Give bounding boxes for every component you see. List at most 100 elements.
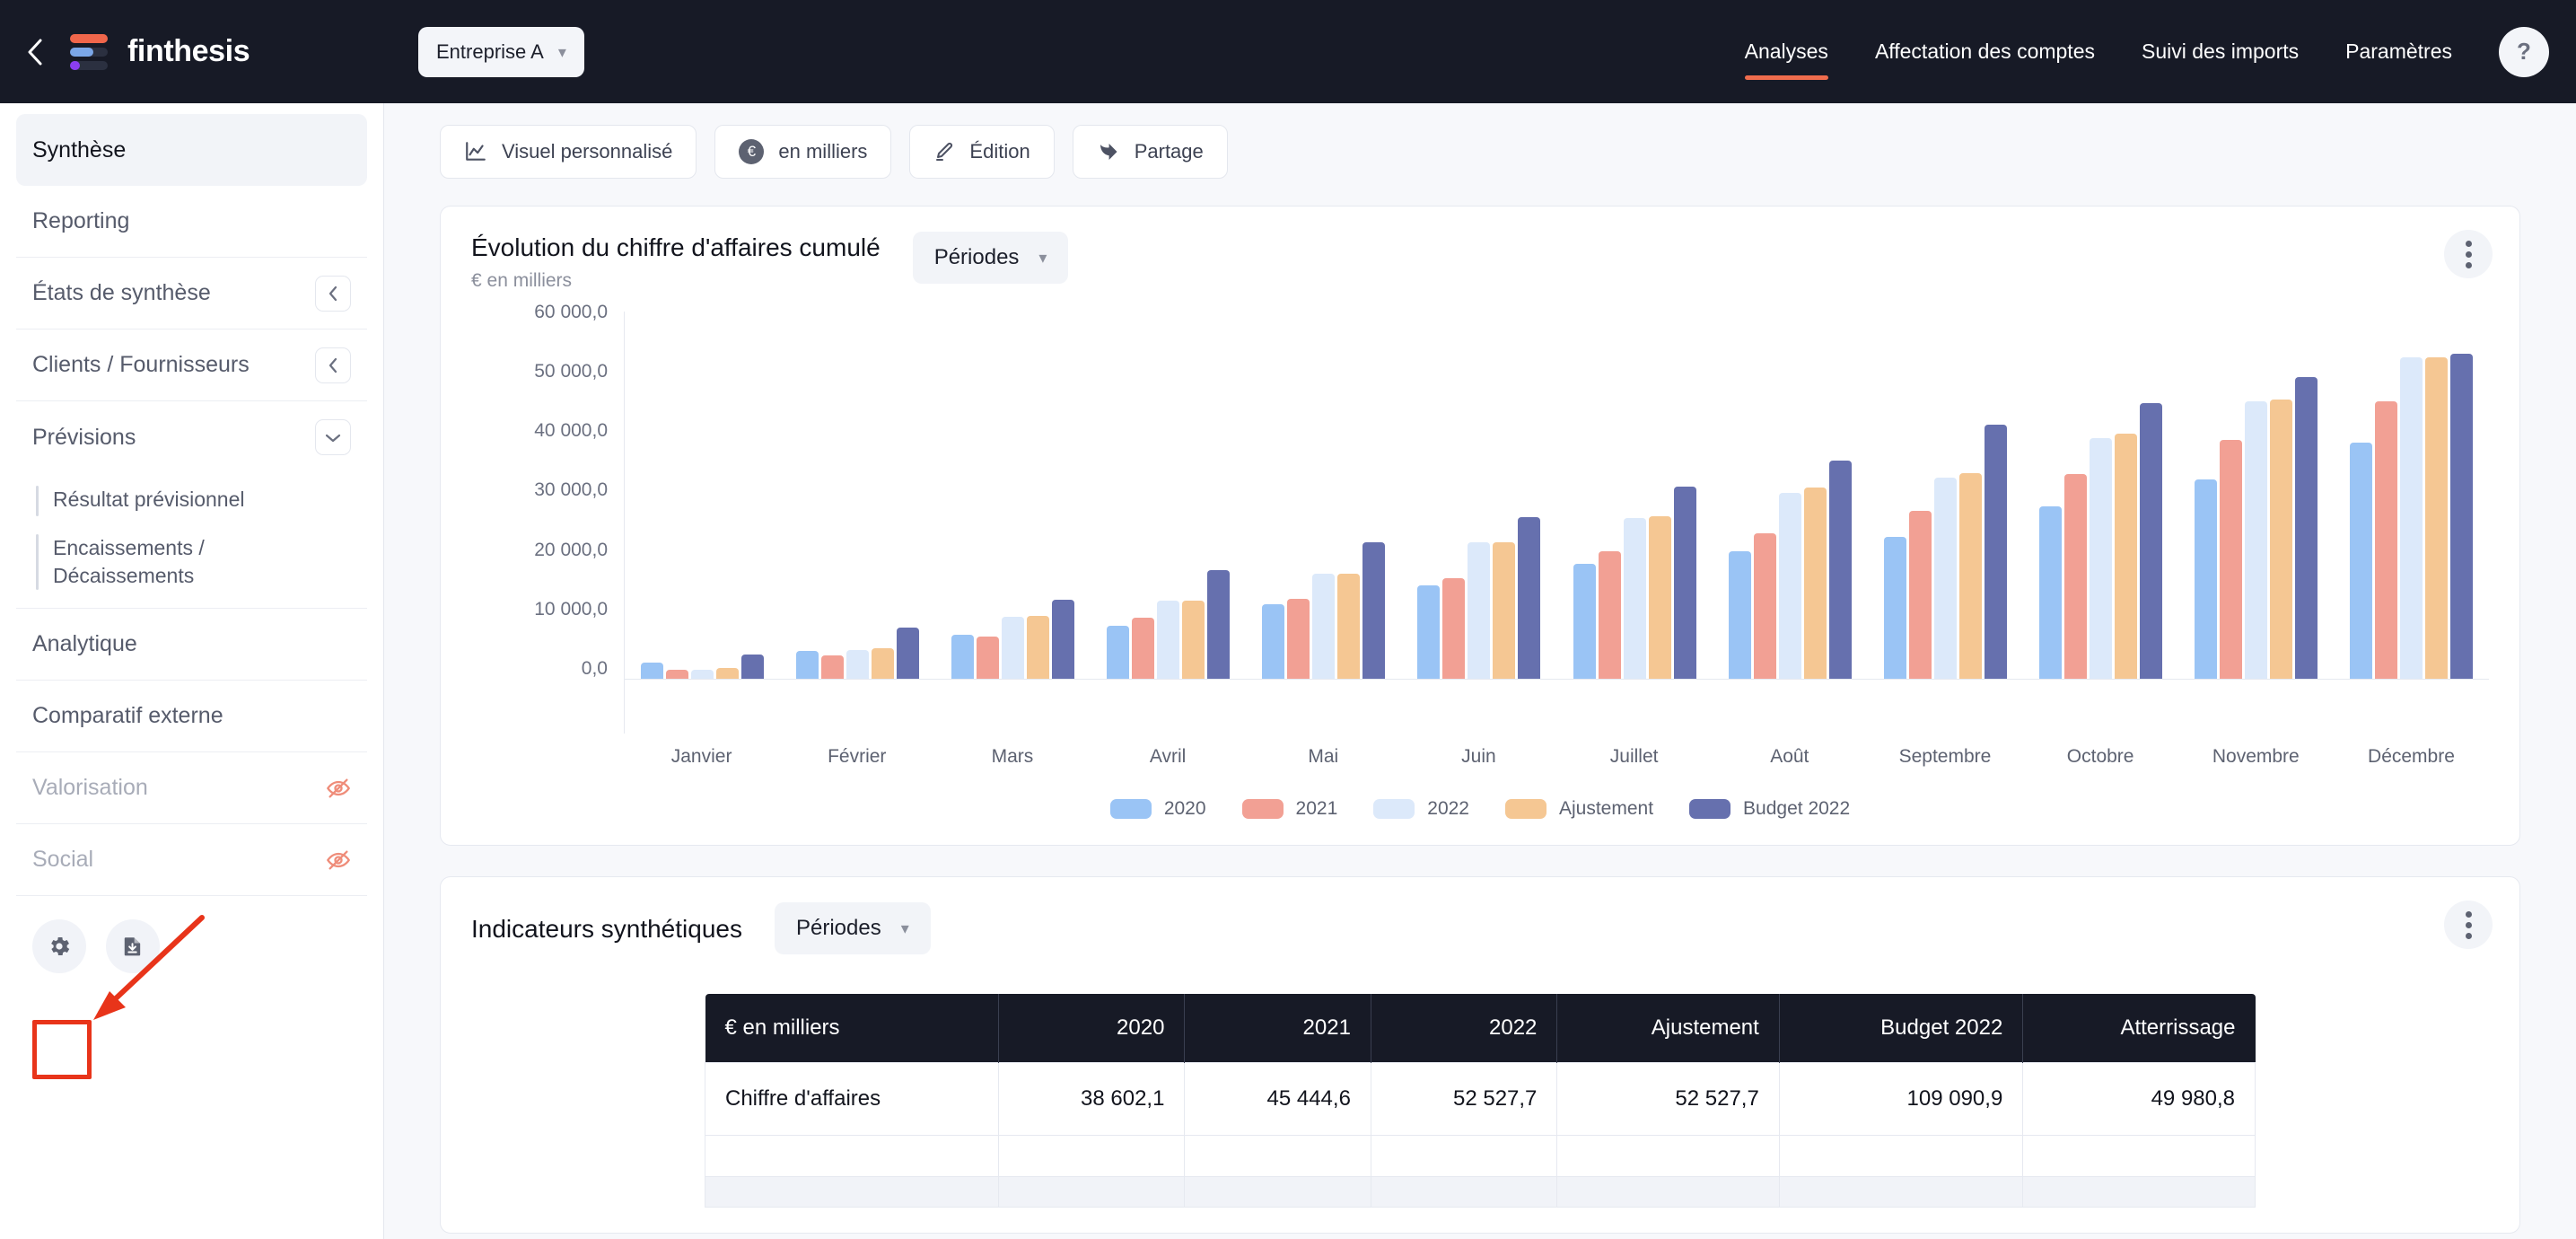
sidebar-item-etats-de-synthese[interactable]: États de synthèse xyxy=(16,258,367,330)
bar[interactable] xyxy=(2449,354,2473,679)
bar[interactable] xyxy=(2063,474,2087,679)
bar[interactable] xyxy=(2114,434,2137,679)
table-column-header: Atterrissage xyxy=(2022,994,2256,1063)
bar[interactable] xyxy=(951,634,975,679)
bar[interactable] xyxy=(1468,542,1491,679)
sidebar-item-previsions[interactable]: Prévisions xyxy=(16,401,367,473)
bar[interactable] xyxy=(1207,570,1231,679)
bar[interactable] xyxy=(1417,585,1441,679)
bar[interactable] xyxy=(897,627,920,679)
visuel-personnalise-button[interactable]: Visuel personnalisé xyxy=(440,125,697,179)
bar[interactable] xyxy=(2219,440,2242,679)
sidebar-item-comparatif-externe[interactable]: Comparatif externe xyxy=(16,681,367,753)
bar[interactable] xyxy=(1027,616,1050,679)
en-milliers-button[interactable]: € en milliers xyxy=(714,125,892,179)
bar[interactable] xyxy=(1908,511,1932,679)
bar[interactable] xyxy=(1828,461,1852,679)
bar[interactable] xyxy=(977,636,1000,679)
bar[interactable] xyxy=(796,651,819,679)
bar[interactable] xyxy=(1157,601,1180,679)
bar[interactable] xyxy=(1312,573,1336,679)
legend-item[interactable]: 2022 xyxy=(1373,798,1469,820)
bar[interactable] xyxy=(1623,518,1646,679)
document-download-icon[interactable] xyxy=(106,919,160,974)
partage-button[interactable]: Partage xyxy=(1072,125,1228,179)
bar[interactable] xyxy=(1002,617,1025,679)
bar[interactable] xyxy=(1442,577,1466,679)
kebab-menu-icon[interactable] xyxy=(2444,901,2493,949)
bar[interactable] xyxy=(2089,438,2112,679)
chevron-left-icon[interactable] xyxy=(315,275,351,312)
bar[interactable] xyxy=(1933,478,1957,679)
sidebar-item-valorisation[interactable]: Valorisation xyxy=(16,752,367,825)
sidebar-subitem-encaissements-decaissements[interactable]: Encaissements / Décaissements xyxy=(16,525,367,599)
tab-parametres[interactable]: Paramètres xyxy=(2322,0,2475,103)
legend-item[interactable]: Budget 2022 xyxy=(1689,798,1850,820)
bar[interactable] xyxy=(821,655,845,679)
help-icon[interactable]: ? xyxy=(2499,26,2549,77)
bar[interactable] xyxy=(1753,532,1776,679)
kebab-menu-icon[interactable] xyxy=(2444,230,2493,278)
sidebar-item-analytique[interactable]: Analytique xyxy=(16,609,367,681)
bar[interactable] xyxy=(1573,563,1596,679)
bar[interactable] xyxy=(2139,402,2162,679)
legend-item[interactable]: 2021 xyxy=(1241,798,1337,820)
edition-button[interactable]: Édition xyxy=(909,125,1055,179)
settings-icon[interactable] xyxy=(32,919,86,974)
sidebar-subitem-resultat-previsionnel[interactable]: Résultat prévisionnel xyxy=(16,477,367,525)
bar[interactable] xyxy=(1107,625,1130,679)
sidebar-actions xyxy=(16,896,367,997)
bar[interactable] xyxy=(1493,542,1516,679)
bar[interactable] xyxy=(1648,516,1671,679)
bar[interactable] xyxy=(1598,551,1621,679)
bar[interactable] xyxy=(2244,401,2267,679)
sidebar-item-synthese[interactable]: Synthèse xyxy=(16,114,367,186)
chart-period-selector[interactable]: Périodes ▾ xyxy=(912,232,1069,284)
bar[interactable] xyxy=(1883,536,1906,679)
bar[interactable] xyxy=(2294,376,2318,679)
bar[interactable] xyxy=(1362,542,1386,679)
company-selector[interactable]: Entreprise A ▾ xyxy=(418,26,584,77)
sidebar-item-clients-fournisseurs[interactable]: Clients / Fournisseurs xyxy=(16,330,367,401)
bar[interactable] xyxy=(1132,617,1155,679)
bar[interactable] xyxy=(1287,599,1310,679)
tab-suivi-des-imports[interactable]: Suivi des imports xyxy=(2118,0,2322,103)
bar[interactable] xyxy=(1182,601,1205,679)
bar[interactable] xyxy=(1984,425,2007,679)
bar[interactable] xyxy=(1958,472,1982,679)
bar[interactable] xyxy=(2399,357,2423,679)
chevron-left-icon[interactable] xyxy=(315,347,351,383)
bar[interactable] xyxy=(691,669,714,679)
bar[interactable] xyxy=(1262,603,1285,679)
table-row[interactable]: Chiffre d'affaires 38 602,1 45 444,6 52 527… xyxy=(705,1062,2256,1136)
bar[interactable] xyxy=(716,667,740,679)
sidebar-item-social[interactable]: Social xyxy=(16,824,367,897)
bar[interactable] xyxy=(666,670,689,679)
bar[interactable] xyxy=(846,649,870,679)
chevron-left-icon[interactable] xyxy=(20,37,50,67)
sidebar-item-reporting[interactable]: Reporting xyxy=(16,186,367,258)
bar[interactable] xyxy=(1728,550,1751,679)
bar[interactable] xyxy=(2424,357,2448,679)
bar[interactable] xyxy=(1778,492,1801,679)
app-root: finthesis Entreprise A ▾ Analyses Affect… xyxy=(0,0,2576,1239)
bar[interactable] xyxy=(2374,400,2397,679)
bar[interactable] xyxy=(1518,517,1541,679)
legend-item[interactable]: Ajustement xyxy=(1504,798,1653,820)
chevron-down-icon[interactable] xyxy=(315,419,351,455)
bar[interactable] xyxy=(741,654,765,679)
bar[interactable] xyxy=(1337,573,1361,679)
legend-item[interactable]: 2020 xyxy=(1109,798,1206,820)
bar[interactable] xyxy=(1803,488,1827,679)
bar[interactable] xyxy=(2269,400,2292,679)
bar[interactable] xyxy=(872,647,895,679)
tab-affectation-des-comptes[interactable]: Affectation des comptes xyxy=(1852,0,2118,103)
bar[interactable] xyxy=(1673,486,1696,679)
bar[interactable] xyxy=(2038,505,2062,679)
bar[interactable] xyxy=(2194,479,2217,679)
bar[interactable] xyxy=(1052,600,1075,679)
tab-analyses[interactable]: Analyses xyxy=(1722,0,1852,103)
bar[interactable] xyxy=(641,662,664,679)
indicators-period-selector[interactable]: Périodes ▾ xyxy=(774,902,931,954)
bar[interactable] xyxy=(2349,442,2372,679)
